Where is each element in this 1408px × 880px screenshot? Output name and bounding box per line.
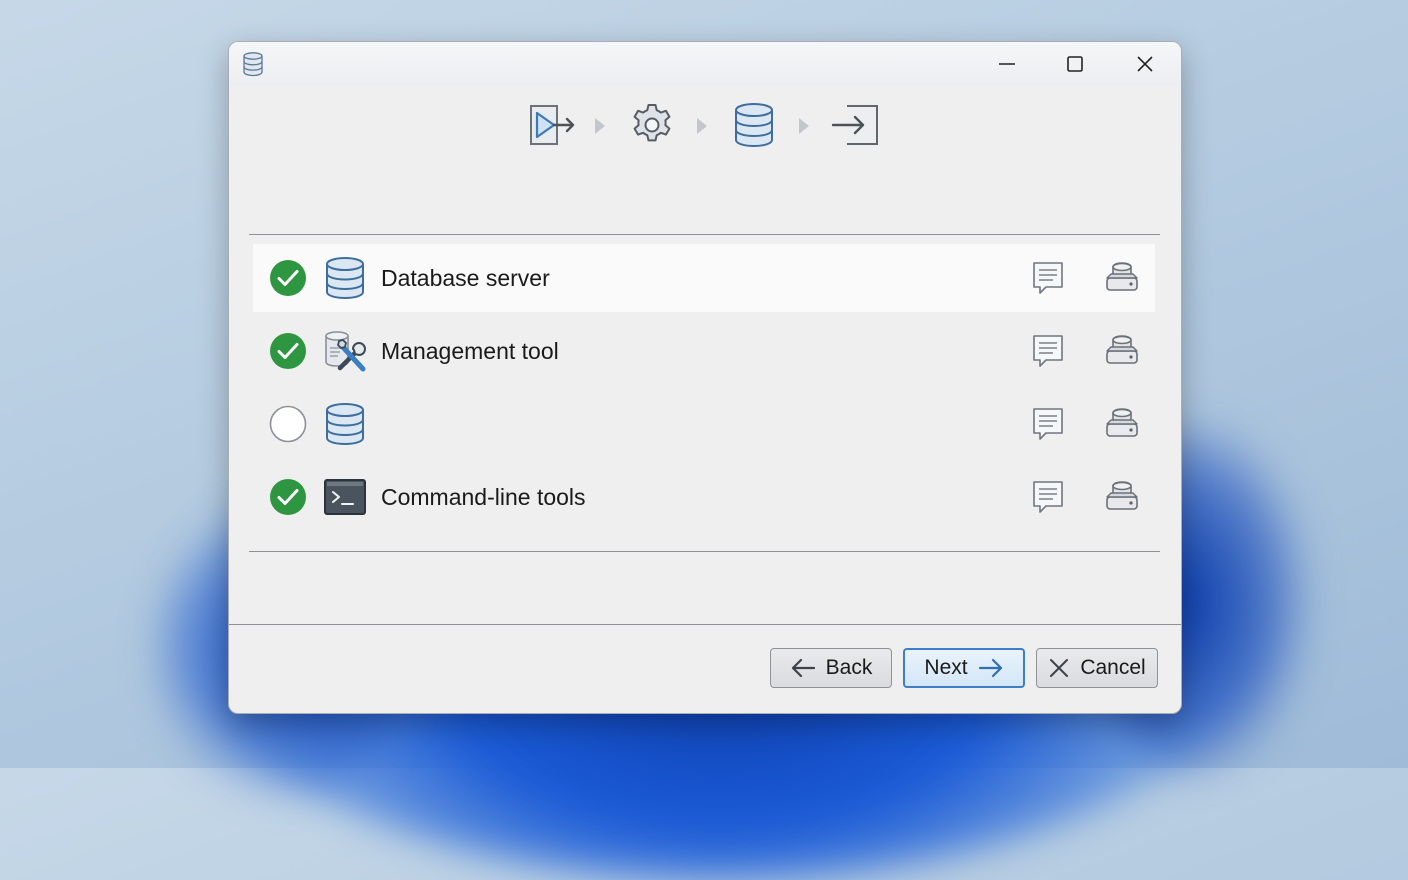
next-label: Next xyxy=(924,656,968,679)
back-button[interactable]: Back xyxy=(770,648,892,688)
checked-icon[interactable] xyxy=(269,332,307,370)
chevron-right-icon xyxy=(595,118,605,134)
maximize-button[interactable] xyxy=(1055,50,1095,78)
tools-icon xyxy=(325,331,366,372)
database-icon xyxy=(326,257,364,300)
divider xyxy=(249,234,1160,235)
unchecked-icon[interactable] xyxy=(269,405,307,443)
installer-window: Database server Management tool Command-li… xyxy=(228,41,1182,714)
arrow-left-icon xyxy=(791,658,815,678)
component-row[interactable] xyxy=(253,390,1155,458)
finish-exit-icon xyxy=(831,105,878,145)
notes-icon[interactable] xyxy=(1031,479,1065,515)
database-icon xyxy=(735,103,773,148)
disk-icon[interactable] xyxy=(1105,406,1139,440)
arrow-right-icon xyxy=(978,658,1002,678)
wizard-steps xyxy=(527,102,887,152)
start-arrow-icon xyxy=(530,105,575,145)
back-label: Back xyxy=(825,656,873,679)
minimize-button[interactable] xyxy=(987,50,1027,78)
disk-icon[interactable] xyxy=(1105,260,1139,294)
close-icon xyxy=(1050,659,1069,677)
checked-icon[interactable] xyxy=(269,259,307,297)
terminal-icon xyxy=(324,479,366,515)
close-button[interactable] xyxy=(1125,50,1165,78)
divider xyxy=(249,551,1160,552)
disk-icon[interactable] xyxy=(1105,333,1139,367)
maximize-icon xyxy=(1067,56,1083,72)
close-icon xyxy=(1137,56,1153,72)
notes-icon[interactable] xyxy=(1031,333,1065,369)
chevron-right-icon xyxy=(799,118,809,134)
component-label: Command-line tools xyxy=(381,484,586,510)
title-bar[interactable] xyxy=(229,42,1181,86)
next-button[interactable]: Next xyxy=(903,648,1025,688)
minimize-icon xyxy=(999,63,1015,65)
component-row[interactable]: Management tool xyxy=(253,317,1155,385)
component-row[interactable]: Command-line tools xyxy=(253,463,1155,531)
cancel-button[interactable]: Cancel xyxy=(1036,648,1158,688)
notes-icon[interactable] xyxy=(1031,406,1065,442)
notes-icon[interactable] xyxy=(1031,260,1065,296)
cancel-label: Cancel xyxy=(1080,656,1146,679)
disk-icon[interactable] xyxy=(1105,479,1139,513)
gear-icon xyxy=(633,104,671,142)
component-label: Management tool xyxy=(381,338,559,364)
component-row[interactable]: Database server xyxy=(253,244,1155,312)
component-label: Database server xyxy=(381,265,550,291)
chevron-right-icon xyxy=(697,118,707,134)
database-icon xyxy=(326,403,364,446)
database-icon xyxy=(243,52,263,77)
footer-divider xyxy=(229,624,1181,625)
checked-icon[interactable] xyxy=(269,478,307,516)
